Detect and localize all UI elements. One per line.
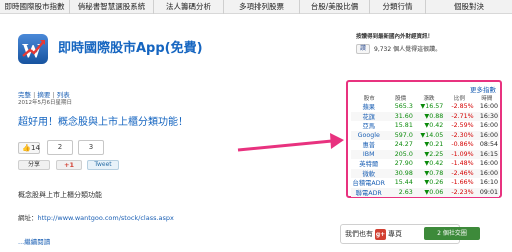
table-row[interactable]: 聯電ADR 2.63 ▼0.06 -2.23% 09:01	[351, 187, 499, 197]
stock-name[interactable]: 惠普	[351, 140, 387, 150]
stock-percent: -2.85%	[451, 103, 474, 111]
stock-change: ▼2.25	[413, 149, 445, 159]
stock-change: ▼16.57	[420, 103, 444, 111]
stock-change: ▼0.42	[424, 160, 444, 168]
stock-change: ▼14.05	[413, 130, 445, 140]
stock-percent: -2.30%	[444, 130, 475, 140]
stock-price: 27.90	[394, 160, 413, 168]
stock-percent: -2.46%	[444, 168, 475, 178]
table-row[interactable]: 蘋果 565.3 ▼16.57 -2.85% 16:00	[351, 102, 499, 112]
stock-time: 16:00	[474, 168, 499, 178]
stock-time: 08:54	[479, 141, 498, 149]
stock-name[interactable]: 亞馬	[351, 121, 387, 131]
stock-name[interactable]: 花旗	[351, 111, 388, 121]
gplus-circles-button[interactable]: 2 個社交圈	[424, 227, 480, 240]
stock-percent: -2.23%	[444, 187, 475, 197]
stock-name[interactable]: 英特爾	[351, 159, 387, 169]
stock-name[interactable]: IBM	[351, 149, 388, 159]
table-row[interactable]: 英特爾 27.90 ▼0.42 -1.48% 16:00	[351, 159, 499, 169]
stock-quote-panel: 更多指數 股市 股價 漲跌 比例 時間 蘋果 565.3 ▼16.57 -2.85% 1…	[346, 80, 502, 198]
stock-price: 30.98	[387, 168, 414, 178]
stock-change: ▼0.21	[424, 141, 444, 149]
stock-time: 16:10	[479, 179, 498, 187]
stock-price: 205.0	[387, 149, 414, 159]
stock-table: 股市 股價 漲跌 比例 時間 蘋果 565.3 ▼16.57 -2.85% 16:00 …	[351, 93, 499, 197]
col-header-market: 股市	[363, 95, 375, 102]
stock-percent: -2.59%	[451, 122, 474, 130]
stock-price: 15.44	[394, 179, 413, 187]
gplus-text-after: 專頁	[388, 230, 402, 238]
table-row[interactable]: 花旗 31.60 ▼0.88 -2.71% 16:30	[351, 111, 499, 121]
col-header-price: 股價	[395, 95, 407, 102]
stock-time: 16:00	[479, 103, 498, 111]
col-header-change: 漲跌	[423, 95, 435, 102]
stock-price: 31.60	[387, 111, 414, 121]
stock-percent: -1.66%	[451, 179, 474, 187]
stock-change: ▼0.26	[424, 179, 444, 187]
stock-change: ▼0.42	[424, 122, 444, 130]
stock-change: ▼0.88	[413, 111, 445, 121]
stock-name[interactable]: Google	[351, 130, 388, 140]
gplus-icon[interactable]: g+	[375, 228, 386, 240]
col-header-time: 時間	[481, 95, 493, 102]
stock-price: 2.63	[387, 187, 414, 197]
table-row[interactable]: Google 597.0 ▼14.05 -2.30% 16:00	[351, 130, 499, 140]
stock-price: 597.0	[387, 130, 414, 140]
stock-price: 565.3	[394, 103, 413, 111]
stock-time: 16:15	[474, 149, 499, 159]
stock-time: 16:00	[474, 130, 499, 140]
stock-percent: -1.48%	[451, 160, 474, 168]
stock-price: 15.81	[394, 122, 413, 130]
stock-percent: -1.09%	[444, 149, 475, 159]
stock-price: 24.27	[394, 141, 413, 149]
table-row[interactable]: IBM 205.0 ▼2.25 -1.09% 16:15	[351, 149, 499, 159]
col-header-percent: 比例	[453, 95, 465, 102]
gplus-text-before: 我們也有	[345, 230, 373, 238]
stock-table-header: 股市 股價 漲跌 比例 時間	[351, 93, 499, 102]
stock-percent: -0.86%	[451, 141, 474, 149]
stock-change: ▼0.78	[413, 168, 445, 178]
table-row[interactable]: 台積電ADR 15.44 ▼0.26 -1.66% 16:10	[351, 178, 499, 188]
stock-name[interactable]: 台積電ADR	[351, 178, 387, 188]
table-row[interactable]: 微軟 30.98 ▼0.78 -2.46% 16:00	[351, 168, 499, 178]
stock-name[interactable]: 微軟	[351, 168, 388, 178]
stock-name[interactable]: 蘋果	[351, 102, 387, 112]
stock-time: 16:00	[479, 160, 498, 168]
stock-name[interactable]: 聯電ADR	[351, 187, 388, 197]
table-row[interactable]: 亞馬 15.81 ▼0.42 -2.59% 16:00	[351, 121, 499, 131]
stock-percent: -2.71%	[444, 111, 475, 121]
stock-time: 16:30	[474, 111, 499, 121]
stock-change: ▼0.06	[413, 187, 445, 197]
stock-time: 16:00	[479, 122, 498, 130]
stock-time: 09:01	[474, 187, 499, 197]
table-row[interactable]: 惠普 24.27 ▼0.21 -0.86% 08:54	[351, 140, 499, 150]
